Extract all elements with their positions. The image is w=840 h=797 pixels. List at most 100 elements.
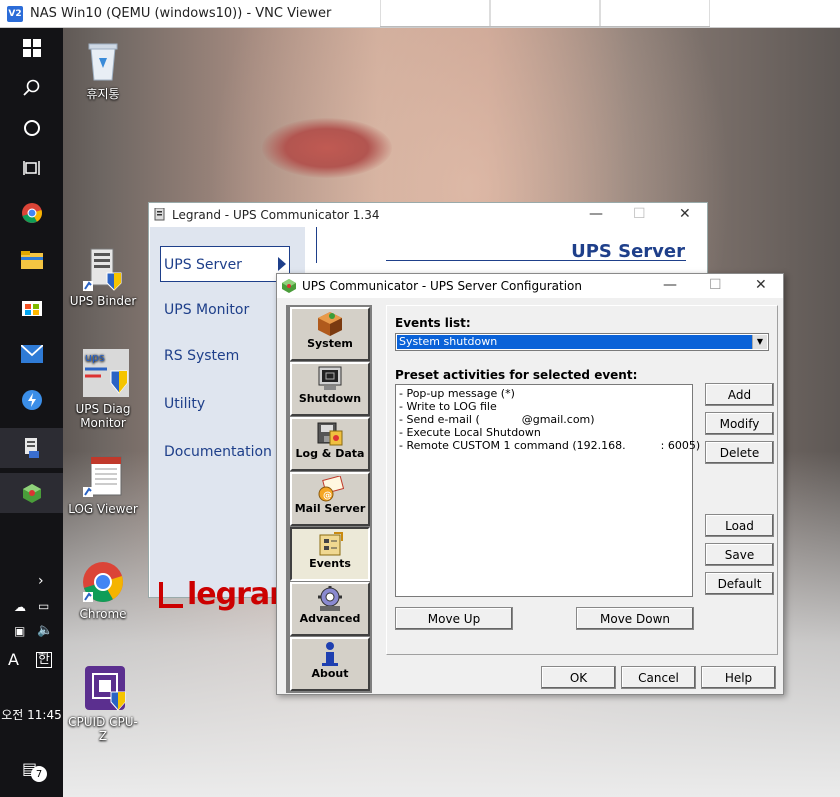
sidebar-events-button[interactable]: Events [290,527,370,581]
chrome-icon [81,560,125,604]
close-button[interactable]: ✕ [679,206,691,222]
config-maximize-button[interactable]: ☐ [709,277,722,293]
recycle-bin-desktop-icon[interactable]: 휴지통 [65,38,141,102]
search-icon[interactable] [0,68,63,108]
ime-han-indicator[interactable]: 한 [36,652,52,668]
log-viewer-icon [81,455,125,499]
list-item[interactable]: - Remote CUSTOM 1 command (192.168. : 60… [399,439,700,452]
sidebar-advanced-button[interactable]: Advanced [290,582,370,636]
vnc-title-bar: V2 NAS Win10 (QEMU (windows10)) - VNC Vi… [0,0,840,28]
menu-item-ups-monitor[interactable]: UPS Monitor [164,302,249,318]
ime-a-indicator[interactable]: A [8,650,19,669]
config-sidebar: System Shutdown Log & Data @ Mail Server… [286,305,372,693]
taskbar: › ☁ ▭ ▣ 🔈 A 한 오전 11:45 ▤ [0,28,63,797]
task-view-icon[interactable] [0,148,63,188]
mail-icon[interactable] [0,334,63,374]
list-item[interactable]: - Execute Local Shutdown [399,426,689,439]
sidebar-shutdown-button[interactable]: Shutdown [290,362,370,416]
shutdown-icon [316,366,344,392]
log-viewer-desktop-icon[interactable]: LOG Viewer [65,455,141,516]
log-viewer-label: LOG Viewer [68,502,138,516]
ok-button[interactable]: OK [541,666,616,689]
list-item[interactable]: - Pop-up message (*) [399,387,689,400]
events-list-dropdown[interactable]: System shutdown ▼ [395,333,769,351]
add-button[interactable]: Add [705,383,774,406]
events-list-label: Events list: [395,316,471,330]
save-button[interactable]: Save [705,543,774,566]
svg-text:ups: ups [85,351,105,364]
legrand-app-icon [154,207,166,222]
messenger-icon[interactable] [0,380,63,420]
sidebar-about-button[interactable]: About [290,637,370,691]
chrome-desktop-icon[interactable]: Chrome [65,560,141,621]
cpuz-icon [81,664,126,712]
move-down-button[interactable]: Move Down [576,607,694,630]
list-item[interactable]: - Write to LOG file [399,400,689,413]
cpuz-label: CPUID CPU-Z [68,715,138,743]
vnc-window-title: NAS Win10 (QEMU (windows10)) - VNC Viewe… [30,6,332,21]
clock[interactable]: 오전 11:45 [0,706,63,723]
modify-button[interactable]: Modify [705,412,774,435]
show-hidden-icons-chevron-icon[interactable]: › [38,573,44,589]
file-explorer-icon[interactable] [0,240,63,280]
legrand-logo-mark-icon [159,581,183,608]
config-window-title: UPS Communicator - UPS Server Configurat… [302,279,582,293]
legrand-logo: legran [159,577,291,612]
notification-count-badge: 7 [31,766,47,782]
recycle-bin-icon [81,38,125,82]
ups-diag-desktop-icon[interactable]: ups UPS Diag Monitor [65,349,141,430]
chrome-taskbar-icon[interactable] [0,193,63,233]
menu-item-utility[interactable]: Utility [164,396,205,412]
move-up-button[interactable]: Move Up [395,607,513,630]
cpuz-desktop-icon[interactable]: CPUID CPU-Z [65,664,141,743]
load-button[interactable]: Load [705,514,774,537]
config-minimize-button[interactable]: — [663,277,677,293]
battery-icon[interactable]: ▭ [38,599,49,613]
system-icon [316,311,344,337]
delete-button[interactable]: Delete [705,441,774,464]
help-button[interactable]: Help [701,666,776,689]
ups-config-taskbar-icon[interactable] [0,473,63,513]
cortana-icon[interactable] [0,108,63,148]
list-item[interactable]: - Send e-mail ( @gmail.com) [399,413,689,426]
network-icon[interactable]: ▣ [14,624,25,638]
recycle-bin-label: 휴지통 [86,87,120,101]
selected-arrow-icon [278,257,286,271]
about-info-icon [316,641,344,667]
store-icon[interactable] [0,286,63,326]
cancel-button[interactable]: Cancel [621,666,696,689]
mail-server-icon: @ [316,475,345,502]
sidebar-mail-server-button[interactable]: @ Mail Server [290,472,370,526]
sidebar-log-data-button[interactable]: Log & Data [290,417,370,471]
legrand-window-title: Legrand - UPS Communicator 1.34 [172,208,380,222]
advanced-icon [316,585,344,612]
ups-diag-label: UPS Diag Monitor [75,402,131,430]
vnc-toolbar-area[interactable] [380,0,710,27]
maximize-button[interactable]: ☐ [633,206,646,222]
ups-diag-icon: ups [81,349,129,399]
volume-icon[interactable]: 🔈 [37,623,53,638]
dropdown-arrow-icon[interactable]: ▼ [752,335,767,349]
preset-activities-list[interactable]: - Pop-up message (*) - Write to LOG file… [395,384,700,597]
minimize-button[interactable]: — [589,206,603,222]
ups-binder-icon [81,247,125,291]
legrand-page-title: UPS Server [571,241,685,262]
ups-binder-label: UPS Binder [69,294,137,308]
config-app-icon [281,278,297,294]
config-title-bar: UPS Communicator - UPS Server Configurat… [277,274,783,298]
menu-item-rs-system[interactable]: RS System [164,348,239,364]
config-close-button[interactable]: ✕ [755,277,767,293]
menu-item-documentation[interactable]: Documentation [164,444,272,460]
events-icon [316,531,344,557]
chrome-label: Chrome [79,607,127,621]
selected-event-value: System shutdown [397,335,752,349]
menu-item-ups-server[interactable]: UPS Server [164,257,242,273]
default-button[interactable]: Default [705,572,774,595]
onedrive-icon[interactable]: ☁ [14,600,26,614]
windows-start-icon[interactable] [0,28,63,68]
log-data-icon [316,421,344,447]
ups-binder-desktop-icon[interactable]: UPS Binder [65,247,141,308]
legrand-taskbar-icon[interactable] [0,428,63,468]
sidebar-system-button[interactable]: System [290,307,370,361]
ups-server-config-dialog: UPS Communicator - UPS Server Configurat… [276,273,784,695]
